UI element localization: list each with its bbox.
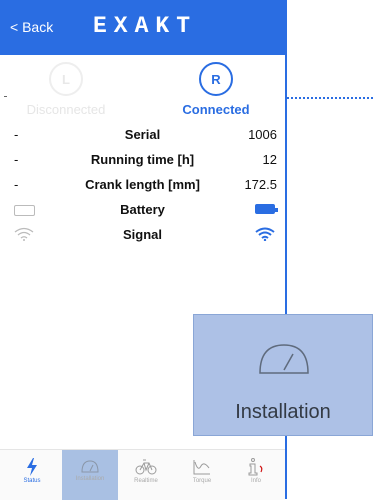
left-marker xyxy=(4,96,7,97)
app-logo: EXAKT xyxy=(93,13,198,39)
sensor-left[interactable]: L Disconnected xyxy=(16,62,116,117)
tab-installation[interactable]: Installation xyxy=(62,450,118,500)
row-label: Signal xyxy=(122,227,162,242)
wifi-icon xyxy=(255,227,275,241)
tab-label: Status xyxy=(23,478,41,484)
info-row-serial: - Serial 1006 xyxy=(0,127,285,147)
row-label: Crank length [mm] xyxy=(85,177,200,192)
info-row-running-time: - Running time [h] 12 xyxy=(0,152,285,172)
tab-label: Info xyxy=(250,478,261,484)
info-row-signal: Signal xyxy=(0,227,285,247)
sensor-right[interactable]: R Connected xyxy=(166,62,266,117)
tab-status[interactable]: Status xyxy=(4,450,60,500)
info-row-battery: Battery xyxy=(0,202,285,222)
tab-label: Realtime xyxy=(134,478,158,484)
nav-bar: < Back EXAKT xyxy=(0,0,285,55)
gauge-icon xyxy=(259,344,309,374)
back-button[interactable]: < Back xyxy=(10,19,53,35)
row-value: 172.5 xyxy=(244,177,277,192)
zoom-label: Installation xyxy=(235,401,331,423)
info-row-crank-length: - Crank length [mm] 172.5 xyxy=(0,177,285,197)
tab-info[interactable]: Info xyxy=(228,450,284,500)
sensor-left-status: Disconnected xyxy=(26,102,106,117)
dotted-connector xyxy=(287,97,373,99)
row-label: Battery xyxy=(120,202,165,217)
sensor-right-circle: R xyxy=(199,62,233,96)
info-icon xyxy=(248,458,263,476)
gauge-icon xyxy=(81,460,99,473)
torque-graph-icon xyxy=(193,460,210,475)
row-label: Running time [h] xyxy=(90,152,195,167)
sensor-right-status: Connected xyxy=(182,102,250,117)
tab-torque[interactable]: Torque xyxy=(174,450,230,500)
sensor-left-circle: L xyxy=(49,62,83,96)
tab-realtime[interactable]: Realtime xyxy=(118,450,174,500)
bicycle-icon xyxy=(135,459,157,475)
tab-bar: Status Installation Realtime Torque Info xyxy=(0,449,285,500)
lightning-icon xyxy=(27,458,37,476)
installation-zoom-callout: Installation xyxy=(193,314,373,436)
row-label: Serial xyxy=(124,127,161,142)
tab-label: Torque xyxy=(192,478,212,484)
tab-label: Installation xyxy=(75,476,105,482)
battery-full-icon xyxy=(255,204,278,214)
row-value: 1006 xyxy=(248,127,277,142)
row-value: 12 xyxy=(262,152,277,167)
